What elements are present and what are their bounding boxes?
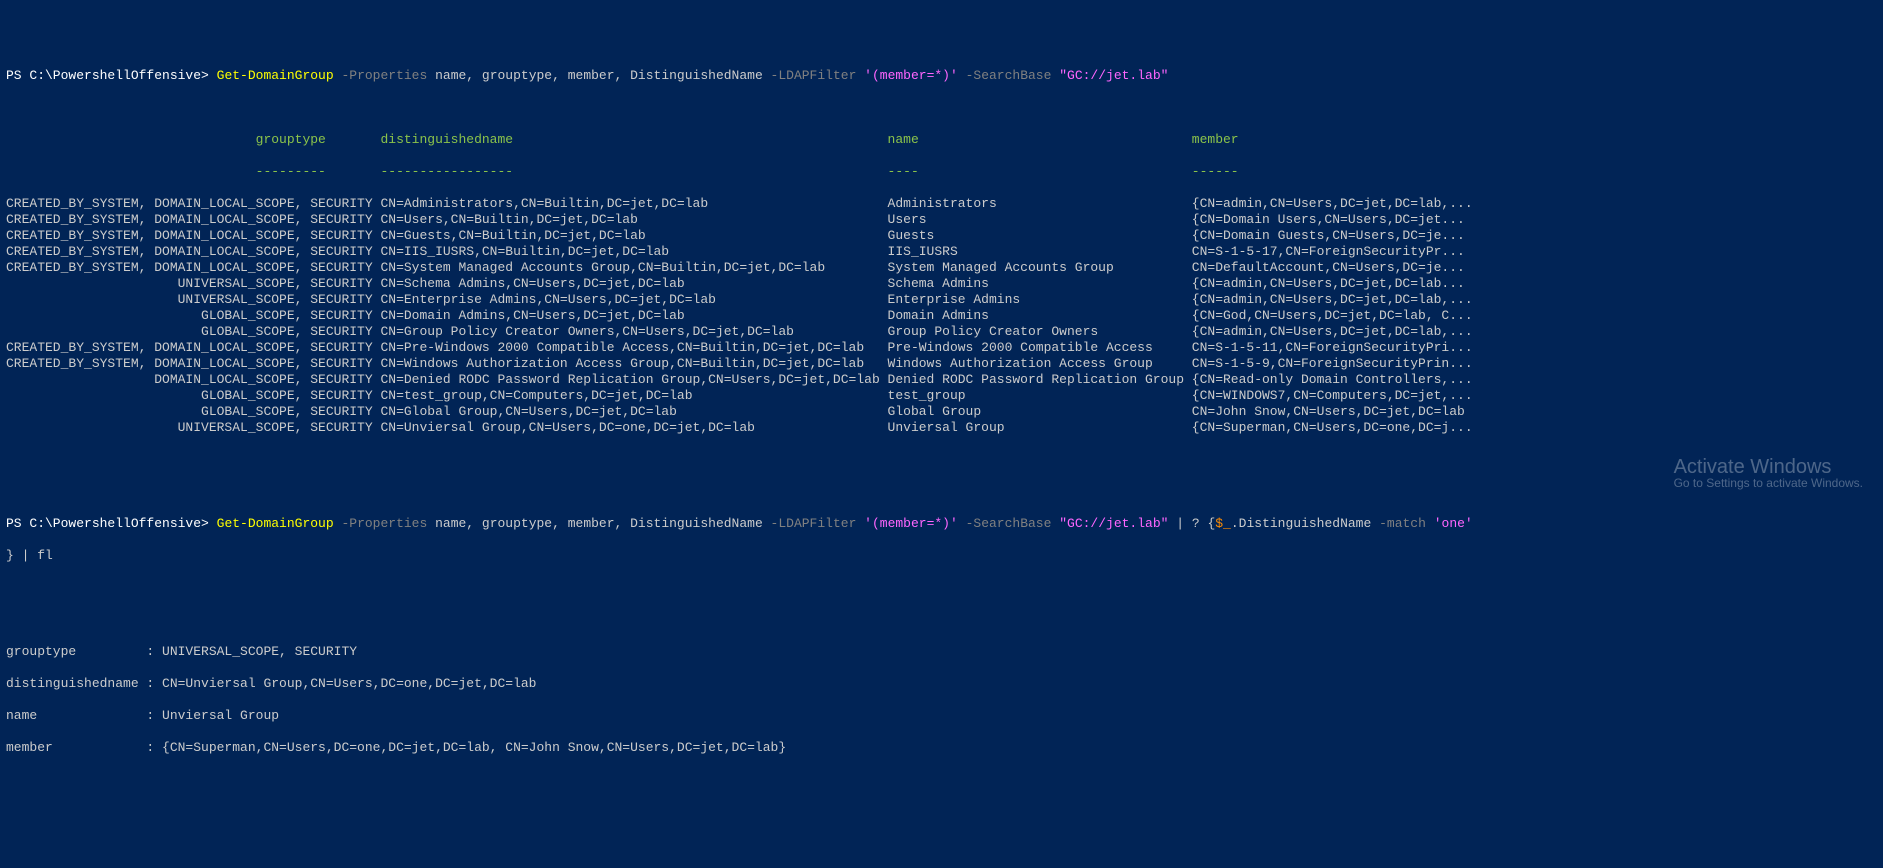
table-rows: CREATED_BY_SYSTEM, DOMAIN_LOCAL_SCOPE, S… [6, 196, 1877, 436]
table-row: GLOBAL_SCOPE, SECURITY CN=Group Policy C… [6, 324, 1877, 340]
prompt-line-2[interactable]: PS C:\PowershellOffensive> Get-DomainGro… [6, 516, 1877, 532]
prompt-line-2-continuation: } | fl [6, 548, 1877, 564]
table-header: grouptype distinguishedname name member [6, 132, 1877, 148]
table-row: CREATED_BY_SYSTEM, DOMAIN_LOCAL_SCOPE, S… [6, 196, 1877, 212]
fl-name: name : Unviersal Group [6, 708, 1877, 724]
blank-line [6, 484, 1877, 500]
table-row: UNIVERSAL_SCOPE, SECURITY CN=Schema Admi… [6, 276, 1877, 292]
fl-grouptype: grouptype : UNIVERSAL_SCOPE, SECURITY [6, 644, 1877, 660]
table-row: GLOBAL_SCOPE, SECURITY CN=Domain Admins,… [6, 308, 1877, 324]
table-row: CREATED_BY_SYSTEM, DOMAIN_LOCAL_SCOPE, S… [6, 228, 1877, 244]
table-row: GLOBAL_SCOPE, SECURITY CN=Global Group,C… [6, 404, 1877, 420]
table-row: UNIVERSAL_SCOPE, SECURITY CN=Enterprise … [6, 292, 1877, 308]
table-row: CREATED_BY_SYSTEM, DOMAIN_LOCAL_SCOPE, S… [6, 356, 1877, 372]
watermark-title: Activate Windows [1674, 459, 1863, 475]
table-row: CREATED_BY_SYSTEM, DOMAIN_LOCAL_SCOPE, S… [6, 212, 1877, 228]
blank-line [6, 580, 1877, 596]
activate-windows-watermark: Activate Windows Go to Settings to activ… [1674, 459, 1863, 491]
table-row: UNIVERSAL_SCOPE, SECURITY CN=Unviersal G… [6, 420, 1877, 436]
table-header-underline: --------- ----------------- ---- ------ [6, 164, 1877, 180]
table-row: DOMAIN_LOCAL_SCOPE, SECURITY CN=Denied R… [6, 372, 1877, 388]
table-row: CREATED_BY_SYSTEM, DOMAIN_LOCAL_SCOPE, S… [6, 244, 1877, 260]
blank-line [6, 100, 1877, 116]
table-row: GLOBAL_SCOPE, SECURITY CN=test_group,CN=… [6, 388, 1877, 404]
blank-line [6, 452, 1877, 468]
fl-member: member : {CN=Superman,CN=Users,DC=one,DC… [6, 740, 1877, 756]
fl-distinguishedname: distinguishedname : CN=Unviersal Group,C… [6, 676, 1877, 692]
prompt-line-1[interactable]: PS C:\PowershellOffensive> Get-DomainGro… [6, 68, 1877, 84]
table-row: CREATED_BY_SYSTEM, DOMAIN_LOCAL_SCOPE, S… [6, 340, 1877, 356]
blank-line [6, 612, 1877, 628]
watermark-subtitle: Go to Settings to activate Windows. [1674, 475, 1863, 491]
table-row: CREATED_BY_SYSTEM, DOMAIN_LOCAL_SCOPE, S… [6, 260, 1877, 276]
